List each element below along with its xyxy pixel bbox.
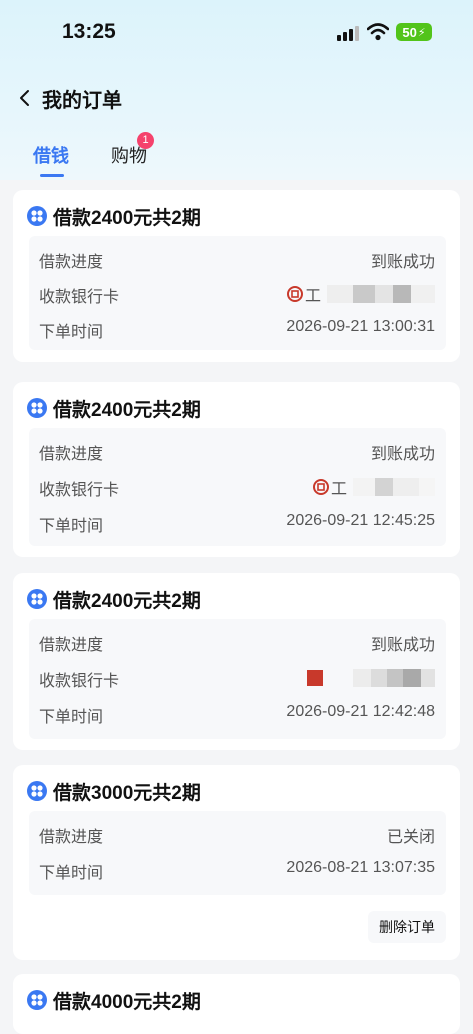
order-detail: 借款进度 到账成功 收款银行卡 工 下单时间 2026-09-21 13:00:… [29, 236, 446, 350]
row-value: 2026-08-21 13:07:35 [286, 859, 435, 876]
delete-order-button[interactable]: 删除订单 [368, 911, 446, 943]
row-label: 收款银行卡 [39, 673, 120, 690]
signal-icon [337, 25, 359, 41]
row-value: 2026-09-21 12:45:25 [286, 512, 435, 529]
masked-bank-card [307, 668, 435, 688]
loan-logo-icon [27, 990, 47, 1010]
row-value: 已关闭 [386, 829, 435, 846]
order-header: 借款4000元共2期 [27, 986, 201, 1014]
order-detail: 借款进度 到账成功 收款银行卡 下单时间 2026-09-21 12:42:48 [29, 619, 446, 739]
order-title: 借款2400元共2期 [53, 590, 201, 612]
order-header: 借款3000元共2期 [27, 777, 201, 805]
row-bank-card: 收款银行卡 工 [39, 283, 435, 306]
order-card[interactable]: 借款3000元共2期 借款进度 已关闭 下单时间 2026-08-21 13:0… [13, 765, 460, 960]
nav-bar: 我的订单 [0, 78, 473, 118]
row-progress: 借款进度 已关闭 [39, 823, 435, 846]
row-value: 2026-09-21 13:00:31 [286, 318, 435, 335]
row-label: 下单时间 [39, 709, 104, 726]
row-label: 借款进度 [39, 254, 104, 271]
row-bank-card: 收款银行卡 工 [39, 476, 435, 499]
row-order-time: 下单时间 2026-08-21 13:07:35 [39, 859, 435, 882]
row-value: 2026-09-21 12:42:48 [286, 703, 435, 720]
status-time: 13:25 [62, 20, 116, 43]
row-order-time: 下单时间 2026-09-21 12:45:25 [39, 512, 435, 535]
order-title: 借款2400元共2期 [53, 399, 201, 421]
tab-active-indicator [40, 174, 64, 177]
bank-name: 工 [330, 481, 347, 498]
order-card[interactable]: 借款2400元共2期 借款进度 到账成功 收款银行卡 工 下单时间 2026-0… [13, 190, 460, 362]
row-value: 到账成功 [370, 637, 435, 654]
bank-logo-icon [286, 286, 303, 302]
row-order-time: 下单时间 2026-09-21 12:42:48 [39, 703, 435, 726]
masked-bank-card: 工 [286, 284, 435, 305]
row-order-time: 下单时间 2026-09-21 13:00:31 [39, 318, 435, 341]
bank-logo-icon [312, 479, 329, 495]
page-title: 我的订单 [42, 90, 122, 112]
row-value: 到账成功 [370, 254, 435, 271]
row-label: 借款进度 [39, 446, 104, 463]
order-detail: 借款进度 到账成功 收款银行卡 工 下单时间 2026-09-21 12:45:… [29, 428, 446, 546]
loan-logo-icon [27, 398, 47, 418]
order-header: 借款2400元共2期 [27, 585, 201, 613]
bank-logo-icon [307, 670, 323, 686]
row-label: 借款进度 [39, 829, 104, 846]
row-progress: 借款进度 到账成功 [39, 440, 435, 463]
row-label: 下单时间 [39, 865, 104, 882]
row-label: 借款进度 [39, 637, 104, 654]
notification-badge: 1 [137, 132, 154, 149]
row-progress: 借款进度 到账成功 [39, 248, 435, 271]
bank-name: 工 [304, 288, 321, 305]
back-chevron-icon[interactable] [18, 88, 32, 108]
order-card[interactable]: 借款2400元共2期 借款进度 到账成功 收款银行卡 工 下单时间 2026-0… [13, 382, 460, 557]
tab-borrow[interactable]: 借钱 [33, 142, 69, 168]
order-header: 借款2400元共2期 [27, 394, 201, 422]
loan-logo-icon [27, 206, 47, 226]
row-label: 下单时间 [39, 518, 104, 535]
order-header: 借款2400元共2期 [27, 202, 201, 230]
masked-bank-card: 工 [312, 477, 435, 498]
battery-icon: 50 ⚡ [396, 23, 432, 41]
order-detail: 借款进度 已关闭 下单时间 2026-08-21 13:07:35 [29, 811, 446, 895]
row-bank-card: 收款银行卡 [39, 667, 435, 690]
battery-level: 50 [402, 24, 417, 40]
row-progress: 借款进度 到账成功 [39, 631, 435, 654]
status-bar: 13:25 50 ⚡ [0, 0, 473, 62]
loan-logo-icon [27, 589, 47, 609]
row-label: 收款银行卡 [39, 482, 120, 499]
order-title: 借款4000元共2期 [53, 991, 201, 1013]
tab-bar: 借钱 购物 1 [0, 132, 473, 182]
order-card[interactable]: 借款4000元共2期 [13, 974, 460, 1034]
order-card[interactable]: 借款2400元共2期 借款进度 到账成功 收款银行卡 下单时间 2026-09-… [13, 573, 460, 750]
order-title: 借款2400元共2期 [53, 207, 201, 229]
order-title: 借款3000元共2期 [53, 782, 201, 804]
row-value: 到账成功 [370, 446, 435, 463]
loan-logo-icon [27, 781, 47, 801]
wifi-icon [367, 23, 389, 41]
row-label: 下单时间 [39, 324, 104, 341]
row-label: 收款银行卡 [39, 289, 120, 306]
